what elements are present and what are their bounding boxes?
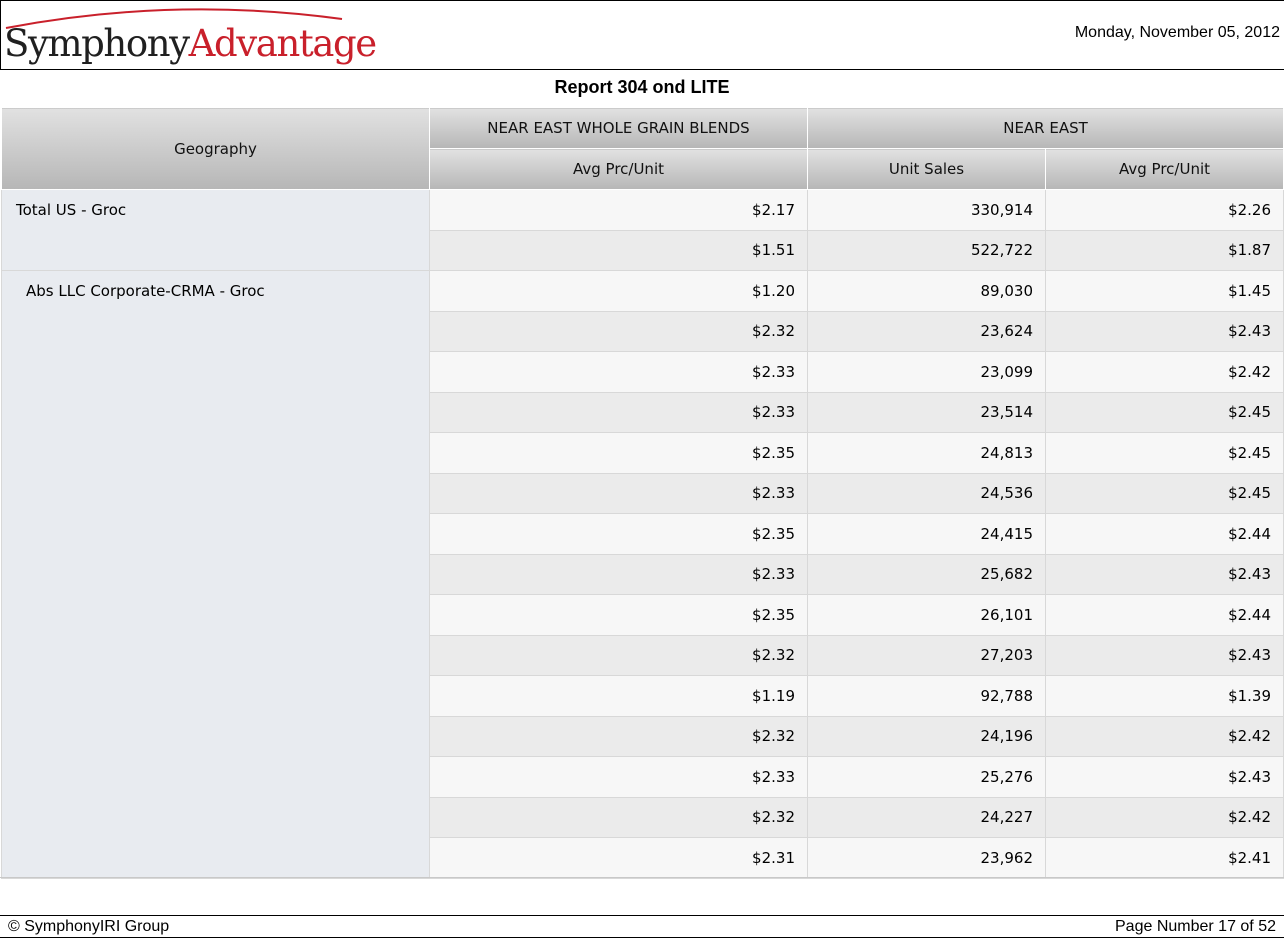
- avg-prc-unit-cell: $2.33: [429, 391, 808, 433]
- footer-copyright: © SymphonyIRI Group: [8, 918, 170, 935]
- footer-rule-top: [0, 915, 1284, 916]
- avg-prc-unit-cell: $2.33: [429, 553, 808, 595]
- avg-prc-unit-cell: $2.33: [429, 756, 808, 798]
- unit-sales-cell: 24,536: [807, 472, 1046, 514]
- column-header-avg-prc-unit: Avg Prc/Unit: [429, 148, 808, 190]
- avg-prc-unit-cell: $2.33: [429, 351, 808, 393]
- unit-sales-cell: 24,196: [807, 715, 1046, 757]
- unit-sales-cell: 26,101: [807, 594, 1046, 636]
- avg-prc-unit-cell-2: $2.45: [1044, 391, 1284, 433]
- unit-sales-cell: 89,030: [807, 270, 1046, 312]
- header-rule: [0, 69, 1284, 70]
- avg-prc-unit-cell: $1.20: [429, 270, 808, 312]
- report-title: Report 304 ond LITE: [554, 77, 730, 97]
- avg-prc-unit-cell-2: $2.42: [1044, 351, 1284, 393]
- unit-sales-cell: 24,227: [807, 796, 1046, 838]
- symphony-advantage-logo: SymphonyAdvantage: [4, 4, 377, 68]
- avg-prc-unit-cell-2: $2.26: [1044, 189, 1284, 231]
- avg-prc-unit-cell-2: $2.44: [1044, 594, 1284, 636]
- footer-page-number: Page Number 17 of 52: [1115, 918, 1276, 935]
- unit-sales-cell: 23,962: [807, 837, 1046, 879]
- logo-text: SymphonyAdvantage: [4, 22, 378, 66]
- unit-sales-cell: 92,788: [807, 675, 1046, 717]
- report-date: Monday, November 05, 2012: [1074, 24, 1280, 41]
- geography-header: Geography: [1, 107, 430, 190]
- avg-prc-unit-cell-2: $1.39: [1044, 675, 1284, 717]
- geography-cell: Total US - Groc: [1, 189, 430, 271]
- group-header-near-east: NEAR EAST: [806, 107, 1284, 149]
- avg-prc-unit-cell-2: $2.43: [1044, 553, 1284, 595]
- avg-prc-unit-cell: $1.51: [429, 229, 808, 271]
- avg-prc-unit-cell-2: $2.45: [1044, 472, 1284, 514]
- avg-prc-unit-cell: $2.32: [429, 796, 808, 838]
- unit-sales-cell: 330,914: [807, 189, 1046, 231]
- unit-sales-cell: 23,514: [807, 391, 1046, 433]
- footer-rule-bottom: [0, 937, 1284, 938]
- avg-prc-unit-cell: $1.19: [429, 675, 808, 717]
- avg-prc-unit-cell: $2.32: [429, 634, 808, 676]
- left-border: [0, 0, 1, 70]
- avg-prc-unit-cell-2: $2.45: [1044, 432, 1284, 474]
- avg-prc-unit-cell: $2.31: [429, 837, 808, 879]
- avg-prc-unit-cell: $2.32: [429, 715, 808, 757]
- unit-sales-cell: 23,624: [807, 310, 1046, 352]
- table-body: Total US - Groc $2.17 330,914 $2.26 $1.51 522…: [1, 189, 1284, 879]
- avg-prc-unit-cell-2: $1.45: [1044, 270, 1284, 312]
- avg-prc-unit-cell-2: $2.44: [1044, 513, 1284, 555]
- avg-prc-unit-cell: $2.35: [429, 513, 808, 555]
- avg-prc-unit-cell-2: $2.42: [1044, 796, 1284, 838]
- geography-cell: Abs LLC Corporate-CRMA - Groc: [1, 270, 430, 879]
- report-table: Geography NEAR EAST WHOLE GRAIN BLENDS N…: [1, 107, 1284, 879]
- avg-prc-unit-cell-2: $2.43: [1044, 634, 1284, 676]
- avg-prc-unit-cell-2: $1.87: [1044, 229, 1284, 271]
- avg-prc-unit-cell-2: $2.43: [1044, 310, 1284, 352]
- unit-sales-cell: 24,415: [807, 513, 1046, 555]
- table-bottom-border: [0, 877, 1284, 878]
- logo-text-symphony: Symphony: [4, 22, 190, 65]
- unit-sales-cell: 25,682: [807, 553, 1046, 595]
- unit-sales-cell: 27,203: [807, 634, 1046, 676]
- avg-prc-unit-cell-2: $2.42: [1044, 715, 1284, 757]
- avg-prc-unit-cell-2: $2.41: [1044, 837, 1284, 879]
- unit-sales-cell: 24,813: [807, 432, 1046, 474]
- unit-sales-cell: 23,099: [807, 351, 1046, 393]
- column-header-avg-prc-unit-2: Avg Prc/Unit: [1044, 148, 1284, 190]
- avg-prc-unit-cell: $2.17: [429, 189, 808, 231]
- group-header-whole-grain-blends: NEAR EAST WHOLE GRAIN BLENDS: [429, 107, 808, 149]
- avg-prc-unit-cell: $2.33: [429, 472, 808, 514]
- avg-prc-unit-cell: $2.35: [429, 594, 808, 636]
- unit-sales-cell: 25,276: [807, 756, 1046, 798]
- column-header-unit-sales: Unit Sales: [807, 148, 1046, 190]
- avg-prc-unit-cell: $2.32: [429, 310, 808, 352]
- top-border: [0, 0, 1284, 1]
- table-row: Total US - Groc $2.17 330,914 $2.26: [1, 189, 1284, 271]
- logo-text-advantage: Advantage: [188, 22, 378, 65]
- unit-sales-cell: 522,722: [807, 229, 1046, 271]
- avg-prc-unit-cell: $2.35: [429, 432, 808, 474]
- table-row: Abs LLC Corporate-CRMA - Groc $1.20 89,030…: [1, 270, 1284, 879]
- avg-prc-unit-cell-2: $2.43: [1044, 756, 1284, 798]
